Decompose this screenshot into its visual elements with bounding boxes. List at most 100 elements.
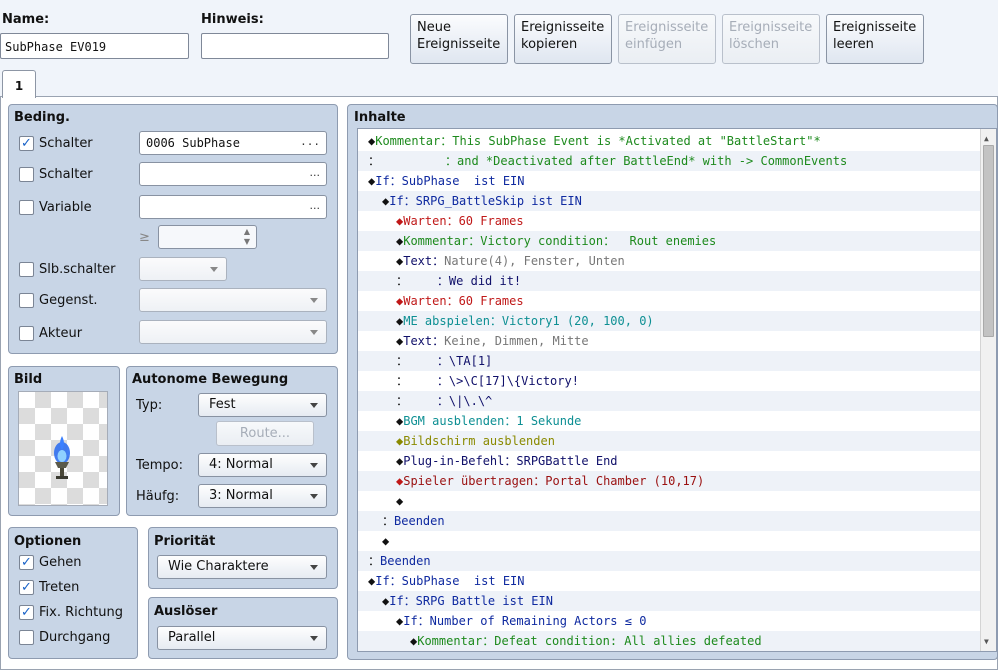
trigger-select[interactable]: Parallel [157, 626, 327, 650]
command-row[interactable]: ◆BGM ausblenden：1 Sekunde [358, 411, 996, 431]
type-label: Typ: [136, 398, 163, 413]
actor-checkbox[interactable] [19, 326, 34, 341]
variable-value-spinner[interactable]: ▲ ▼ [158, 225, 257, 249]
command-text: If：SRPG Battle ist EIN [389, 594, 553, 608]
self-switch-label: Slb.schalter [39, 262, 116, 277]
command-text: ：We did it! [408, 274, 522, 288]
new-page-button[interactable]: Neue Ereignisseite [410, 14, 508, 64]
command-row[interactable]: ：Beenden [358, 551, 996, 571]
name-input[interactable]: SubPhase EV019 [0, 33, 189, 59]
actor-select[interactable] [139, 320, 327, 344]
command-row[interactable]: ◆Bildschirm ausblenden [358, 431, 996, 451]
command-text: Warten：60 Frames [403, 214, 524, 228]
self-switch-checkbox[interactable] [19, 262, 34, 277]
command-text: Warten：60 Frames [403, 294, 524, 308]
through-checkbox[interactable] [19, 630, 34, 645]
copy-page-line1: Ereignisseite [521, 20, 605, 35]
switch2-checkbox[interactable] [19, 167, 34, 182]
command-continuation: ： [396, 354, 409, 368]
command-row[interactable]: ◆Kommentar：This SubPhase Event is *Activ… [358, 131, 996, 151]
autonomous-title: Autonome Bewegung [132, 372, 289, 387]
command-row[interactable]: ◆If：SRPG_BattleSkip ist EIN [358, 191, 996, 211]
ellipsis-icon: ... [300, 135, 320, 148]
variable-select[interactable]: ... [139, 195, 327, 219]
scrollbar[interactable]: ▲ ▼ [980, 129, 996, 651]
tab-page-1[interactable]: 1 [2, 70, 36, 98]
command-row[interactable]: ◆ [358, 531, 996, 551]
command-row[interactable]: ◆Kommentar：Victory condition： Rout enemi… [358, 231, 996, 251]
scroll-up-icon[interactable]: ▲ [984, 134, 989, 143]
chevron-down-icon [210, 267, 218, 272]
scroll-down-icon[interactable]: ▼ [984, 637, 989, 646]
command-text: Kommentar：This SubPhase Event is *Activa… [375, 134, 821, 148]
name-label: Name: [2, 12, 50, 27]
conditions-title: Beding. [14, 110, 70, 125]
command-text: ：\TA[1] [408, 354, 493, 368]
command-row[interactable]: ◆Plug-in-Befehl：SRPGBattle End [358, 451, 996, 471]
chevron-down-icon [310, 298, 318, 303]
freq-label: Häufg: [136, 489, 180, 504]
command-row[interactable]: ◆If：SubPhase ist EIN [358, 171, 996, 191]
copy-page-button[interactable]: Ereignisseite kopieren [514, 14, 612, 64]
self-switch-select[interactable] [139, 257, 227, 281]
event-image-preview[interactable] [18, 391, 108, 506]
paste-page-button[interactable]: Ereignisseite einfügen [618, 14, 716, 64]
route-button[interactable]: Route... [216, 421, 314, 446]
command-row[interactable]: ◆If：SubPhase ist EIN [358, 571, 996, 591]
chevron-down-icon [310, 636, 318, 641]
command-row[interactable]: ◆Kommentar：Defeat condition: All allies … [358, 631, 996, 651]
copy-page-line2: kopieren [521, 37, 578, 52]
command-continuation: ： [382, 514, 395, 528]
command-row[interactable]: ◆If：SRPG Battle ist EIN [358, 591, 996, 611]
paste-page-line1: Ereignisseite [625, 20, 709, 35]
variable-operator: ≥ [139, 230, 150, 245]
priority-select[interactable]: Wie Charaktere [157, 555, 327, 579]
spinner-arrows-icon[interactable]: ▲ ▼ [244, 227, 250, 247]
switch1-checkbox[interactable]: ✓ [19, 136, 34, 151]
command-text: ：\>\C[17]\{Victory! [408, 374, 579, 388]
variable-checkbox[interactable] [19, 200, 34, 215]
command-row[interactable]: ◆ME abspielen：Victory1 (20, 100, 0) [358, 311, 996, 331]
command-row[interactable]: ◆Spieler übertragen：Portal Chamber (10,1… [358, 471, 996, 491]
command-continuation: ： [368, 154, 381, 168]
speed-select[interactable]: 4: Normal [198, 453, 327, 477]
command-row[interactable]: ： ：We did it! [358, 271, 996, 291]
command-row[interactable]: ： ：\|\.\^ [358, 391, 996, 411]
item-checkbox[interactable] [19, 293, 34, 308]
item-select[interactable] [139, 288, 327, 312]
command-row[interactable]: ： ：\TA[1] [358, 351, 996, 371]
dir-fix-checkbox[interactable]: ✓ [19, 605, 34, 620]
command-text: If：SubPhase ist EIN [375, 174, 525, 188]
switch2-select[interactable]: ... [139, 162, 327, 186]
through-label: Durchgang [39, 630, 111, 645]
clear-page-line1: Ereignisseite [833, 20, 917, 35]
command-row[interactable]: ◆Text：Nature(4), Fenster, Unten [358, 251, 996, 271]
delete-page-line1: Ereignisseite [729, 20, 813, 35]
stepping-checkbox[interactable]: ✓ [19, 580, 34, 595]
chevron-down-icon [310, 403, 318, 408]
freq-select[interactable]: 3: Normal [198, 484, 327, 508]
delete-page-button[interactable]: Ereignisseite löschen [722, 14, 820, 64]
clear-page-button[interactable]: Ereignisseite leeren [826, 14, 924, 64]
switch1-select[interactable]: 0006 SubPhase ... [139, 131, 327, 155]
command-list[interactable]: ◆ Kommentar：This SubPhase Event is *Activ… [357, 128, 997, 652]
command-row[interactable]: ： ：\>\C[17]\{Victory! [358, 371, 996, 391]
command-text: Spieler übertragen：Portal Chamber (10,17… [403, 474, 705, 488]
command-row[interactable]: ：Beenden [358, 511, 996, 531]
command-text: Kommentar：Victory condition： Rout enemie… [403, 234, 717, 248]
command-row[interactable]: ◆ [358, 491, 996, 511]
command-row[interactable]: ◆Warten：60 Frames [358, 291, 996, 311]
type-select[interactable]: Fest [198, 393, 327, 417]
command-row[interactable]: ◆If：Number of Remaining Actors ≤ 0 [358, 611, 996, 631]
command-row[interactable]: ： ：and *Deactivated after BattleEnd* wit… [358, 151, 996, 171]
command-row[interactable]: ◆Warten：60 Frames [358, 211, 996, 231]
hint-input[interactable] [201, 33, 389, 59]
command-continuation: ： [368, 554, 381, 568]
blue-flame-brazier-icon [54, 436, 70, 479]
walking-checkbox[interactable]: ✓ [19, 555, 34, 570]
trigger-value: Parallel [168, 630, 216, 645]
command-row[interactable]: ◆Text：Keine, Dimmen, Mitte [358, 331, 996, 351]
scrollbar-thumb[interactable] [983, 145, 994, 337]
freq-value: 3: Normal [209, 488, 273, 503]
speed-label: Tempo: [136, 458, 183, 473]
